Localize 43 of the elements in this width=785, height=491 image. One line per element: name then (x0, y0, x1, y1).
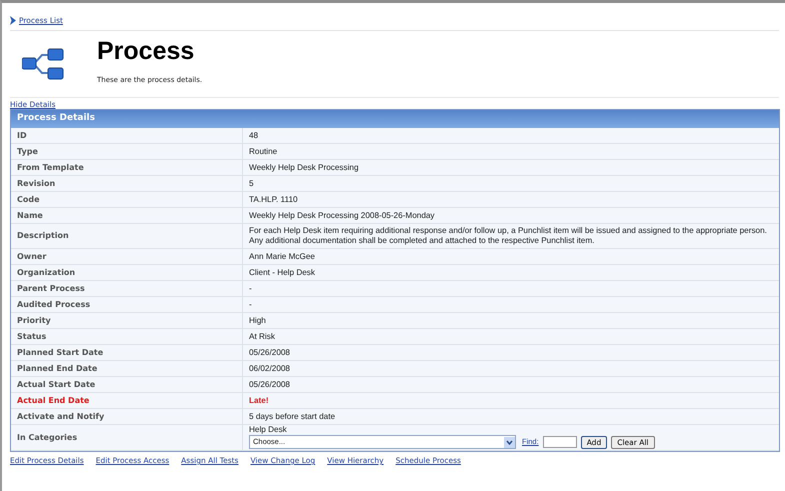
field-label: Code (11, 192, 242, 208)
field-label: Owner (11, 248, 242, 264)
field-value: Late! (242, 392, 779, 408)
field-label: Audited Process (11, 296, 242, 312)
field-value: 06/02/2008 (242, 360, 779, 376)
hierarchy-icon (22, 47, 64, 81)
field-value: 48 (242, 128, 779, 144)
field-label: Parent Process (11, 280, 242, 296)
field-label: Revision (11, 176, 242, 192)
field-label: Activate and Notify (11, 408, 242, 424)
field-label: Status (11, 328, 242, 344)
category-name: Help Desk (249, 425, 288, 435)
field-label: In Categories (11, 424, 242, 450)
field-value: TA.HLP. 1110 (242, 192, 779, 208)
field-value: 05/26/2008 (242, 376, 779, 392)
field-value: Client - Help Desk (242, 264, 779, 280)
field-value: At Risk (242, 328, 779, 344)
field-value: - (242, 296, 779, 312)
field-label: Description (11, 224, 242, 248)
field-value: 5 (242, 176, 779, 192)
field-value: Weekly Help Desk Processing 2008-05-26-Monday (242, 208, 779, 224)
field-label: ID (11, 128, 242, 144)
field-label: Planned Start Date (11, 344, 242, 360)
field-value: For each Help Desk item requiring additional response and/or follow up, a Punchlist item will be issued and assigned to the appropriate person. Any additional documentation shall be completed and attached to the respective Punchlist item. (242, 224, 779, 248)
field-label: From Template (11, 160, 242, 176)
field-label: Planned End Date (11, 360, 242, 376)
field-value: 5 days before start date (242, 408, 779, 424)
field-label: Type (11, 144, 242, 160)
page-title: Process (97, 37, 196, 66)
field-value: Ann Marie McGee (242, 248, 779, 264)
field-label: Organization (11, 264, 242, 280)
field-label: Priority (11, 312, 242, 328)
field-label: Actual Start Date (11, 376, 242, 392)
find-input[interactable] (542, 436, 577, 448)
field-label: Name (11, 208, 242, 224)
field-value: 05/26/2008 (242, 344, 779, 360)
panel-header: Process Details (11, 110, 779, 128)
field-value: - (242, 280, 779, 296)
field-value: Routine (242, 144, 779, 160)
field-value: High (242, 312, 779, 328)
chevron-icon (10, 16, 16, 24)
field-label: Actual End Date (11, 392, 242, 408)
field-value: Weekly Help Desk Processing (242, 160, 779, 176)
